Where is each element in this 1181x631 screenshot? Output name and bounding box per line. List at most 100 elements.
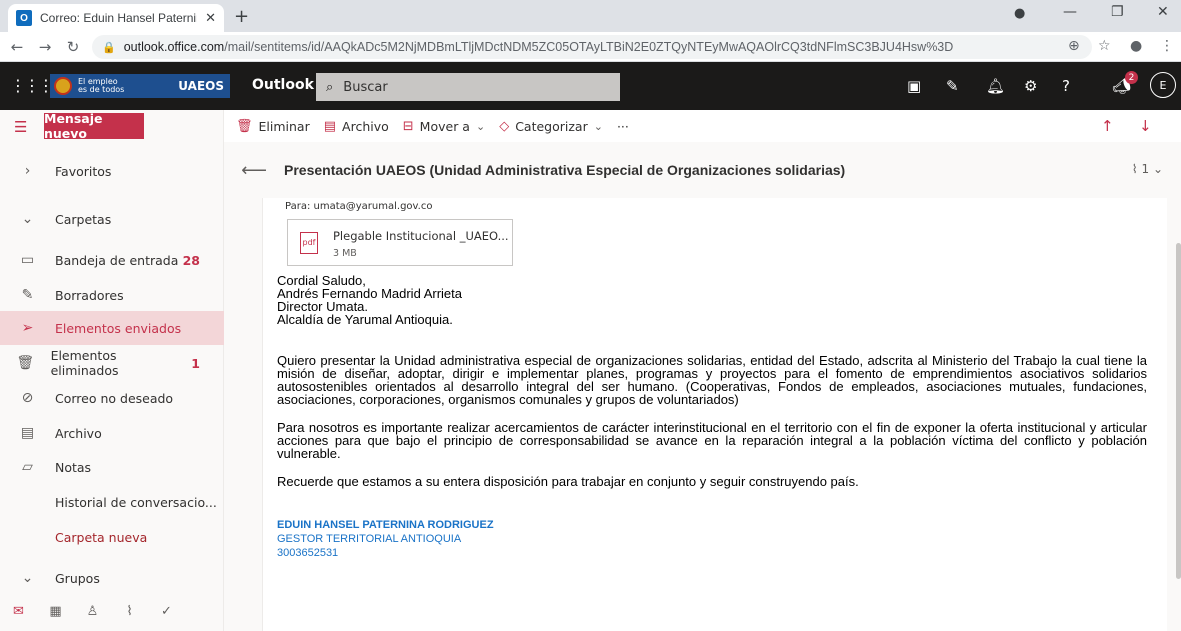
note-icon: ▱ — [22, 459, 33, 475]
sidebar-item-label: Borradores — [55, 287, 124, 303]
search-icon: ⌕ — [326, 79, 334, 95]
url-field[interactable]: 🔒 outlook.office.com/mail/sentitems/id/A… — [92, 35, 1092, 59]
new-tab-button[interactable]: + — [234, 6, 249, 27]
sidebar-item-new-folder[interactable]: Carpeta nueva — [0, 520, 224, 554]
attachment-count: 1 — [1141, 162, 1150, 176]
previous-message-icon[interactable]: ↑ — [1101, 117, 1114, 135]
trash-icon: 🗑︎ — [236, 118, 253, 134]
move-folder-icon: ⊟ — [402, 118, 414, 134]
chevron-right-icon: › — [24, 163, 31, 179]
crest-icon — [54, 77, 72, 95]
signature-name: EDUIN HANSEL PATERNINA RODRIGUEZ — [277, 519, 494, 531]
sidebar-item-deleted[interactable]: 🗑︎ Elementos eliminados 1 — [0, 346, 224, 380]
attachment-count-button[interactable]: ⌇ 1 ⌄ — [1132, 162, 1163, 176]
gear-icon[interactable]: ⚙ — [1024, 77, 1037, 95]
groups-header[interactable]: ⌄ Grupos — [0, 561, 224, 595]
browser-tabbar: O Correo: Eduin Hansel Paternina R ✕ + ●… — [0, 0, 1181, 32]
calendar-icon[interactable]: ▦ — [37, 604, 74, 619]
sidebar-item-notes[interactable]: ▱ Notas — [0, 450, 224, 484]
body-paragraph: Para nosotros es importante realizar ace… — [277, 420, 1147, 461]
sidebar-item-inbox[interactable]: ▭ Bandeja de entrada 28 — [0, 243, 224, 277]
delete-button[interactable]: 🗑︎ Eliminar — [236, 119, 310, 134]
app-launcher-icon[interactable]: ⋮⋮⋮ — [10, 76, 54, 95]
sidebar-item-archive[interactable]: ▤ Archivo — [0, 416, 224, 450]
install-app-icon[interactable]: ⊕ — [1068, 38, 1080, 54]
todo-check-icon[interactable]: ✓ — [148, 604, 185, 619]
sidebar-item-label: Bandeja de entrada — [55, 252, 179, 268]
org-logo[interactable]: El empleo es de todos UAEOS — [50, 74, 230, 98]
close-tab-icon[interactable]: ✕ — [205, 11, 216, 26]
teams-icon[interactable]: ▣ — [907, 77, 921, 95]
back-arrow-icon[interactable]: ⟵ — [224, 160, 284, 181]
pdf-file-icon: pdf — [300, 232, 318, 254]
profile-icon[interactable]: ● — [1130, 38, 1142, 54]
browser-menu-icon[interactable]: ⋮ — [1160, 38, 1174, 54]
favorites-header[interactable]: › Favoritos — [0, 154, 224, 188]
attachment-card[interactable]: pdf Plegable Institucional _UAEO... 3 MB — [287, 219, 513, 266]
scrollbar-thumb[interactable] — [1176, 243, 1181, 579]
next-message-icon[interactable]: ↓ — [1139, 117, 1152, 135]
send-icon: ➢ — [21, 320, 34, 336]
paperclip-icon[interactable]: ⌇ — [111, 604, 148, 619]
restore-button[interactable]: ❐ — [1111, 4, 1124, 20]
outlook-favicon-icon: O — [16, 10, 32, 26]
message-subject: Presentación UAEOS (Unidad Administrativ… — [284, 162, 846, 178]
more-actions-button[interactable]: ··· — [617, 119, 629, 134]
sidebar-item-junk[interactable]: ⊘ Correo no deseado — [0, 381, 224, 415]
search-input[interactable]: Buscar — [343, 80, 387, 95]
favorites-label: Favoritos — [55, 163, 112, 179]
chevron-down-icon: ⌄ — [21, 570, 34, 586]
compose-icon[interactable]: ✎ — [946, 77, 959, 95]
greeting-line: Alcaldía de Yarumal Antioquia. — [277, 312, 453, 327]
notification-badge: 2 — [1125, 71, 1138, 84]
sidebar-item-label: Archivo — [55, 425, 102, 441]
bookmark-star-icon[interactable]: ☆ — [1098, 38, 1111, 54]
recipient-line: Para: umata@yarumal.gov.co — [285, 201, 433, 212]
new-message-button[interactable]: Mensaje nuevo — [44, 111, 144, 141]
unread-count: 1 — [191, 355, 200, 371]
sidebar-item-label: Elementos enviados — [55, 320, 182, 336]
hamburger-menu-icon[interactable]: ☰ — [14, 118, 27, 136]
archive-icon: ▤ — [323, 118, 337, 134]
body-paragraph: Recuerde que estamos a su entera disposi… — [277, 474, 859, 489]
forward-nav-icon[interactable]: → — [34, 38, 56, 56]
reload-icon[interactable]: ↻ — [62, 38, 84, 56]
archive-button[interactable]: ▤ Archivo — [324, 119, 389, 134]
avatar[interactable]: E — [1150, 72, 1176, 98]
mail-icon[interactable]: ✉ — [0, 604, 37, 619]
archive-label: Archivo — [342, 118, 389, 134]
categorize-label: Categorizar — [515, 118, 588, 134]
body-paragraph: Quiero presentar la Unidad administrativ… — [277, 353, 1147, 407]
back-nav-icon[interactable]: ← — [6, 38, 28, 56]
help-icon[interactable]: ? — [1062, 77, 1070, 95]
categorize-button[interactable]: ◇ Categorizar ⌄ — [499, 119, 603, 134]
sidebar-item-conversation-history[interactable]: Historial de conversacio... — [0, 485, 224, 519]
folders-header[interactable]: ⌄ Carpetas — [0, 202, 224, 236]
reading-scrollbar[interactable] — [1176, 200, 1181, 620]
people-icon[interactable]: ♙ — [74, 604, 111, 619]
sidebar-item-label: Correo no deseado — [55, 390, 174, 406]
move-to-button[interactable]: ⊟ Mover a ⌄ — [403, 119, 485, 134]
sidebar-item-label: Historial de conversacio... — [55, 494, 217, 510]
trash-icon: 🗑︎ — [16, 355, 35, 371]
address-bar: ← → ↻ 🔒 outlook.office.com/mail/sentitem… — [0, 32, 1181, 62]
profile-dot-icon[interactable]: ● — [1014, 6, 1025, 21]
module-switcher: ✉ ▦ ♙ ⌇ ✓ — [0, 594, 224, 628]
tab-title: Correo: Eduin Hansel Paternina R — [40, 11, 197, 25]
paperclip-icon: ⌇ — [1131, 162, 1138, 176]
search-box[interactable]: ⌕ Buscar — [316, 73, 620, 101]
greeting-line: Andrés Fernando Madrid Arrieta — [277, 286, 462, 301]
app-header: ⋮⋮⋮ El empleo es de todos UAEOS Outlook … — [0, 62, 1181, 110]
minimize-button[interactable]: — — [1063, 4, 1077, 20]
sidebar-item-label: Elementos eliminados — [50, 348, 119, 378]
app-name[interactable]: Outlook — [252, 77, 314, 93]
archive-icon: ▤ — [20, 425, 35, 441]
org-line2: es de todos — [78, 85, 125, 94]
sidebar-item-sent[interactable]: ➢ Elementos enviados — [0, 311, 224, 345]
move-label: Mover a — [419, 118, 470, 134]
url-path: /mail/sentitems/id/AAQkADc5M2NjMDBmLTljM… — [224, 40, 954, 54]
sidebar-item-drafts[interactable]: ✎ Borradores — [0, 278, 224, 312]
browser-tab[interactable]: O Correo: Eduin Hansel Paternina R ✕ — [8, 4, 224, 32]
bell-icon[interactable]: 🔔︎ — [986, 77, 1005, 95]
window-close-button[interactable]: ✕ — [1157, 4, 1169, 20]
